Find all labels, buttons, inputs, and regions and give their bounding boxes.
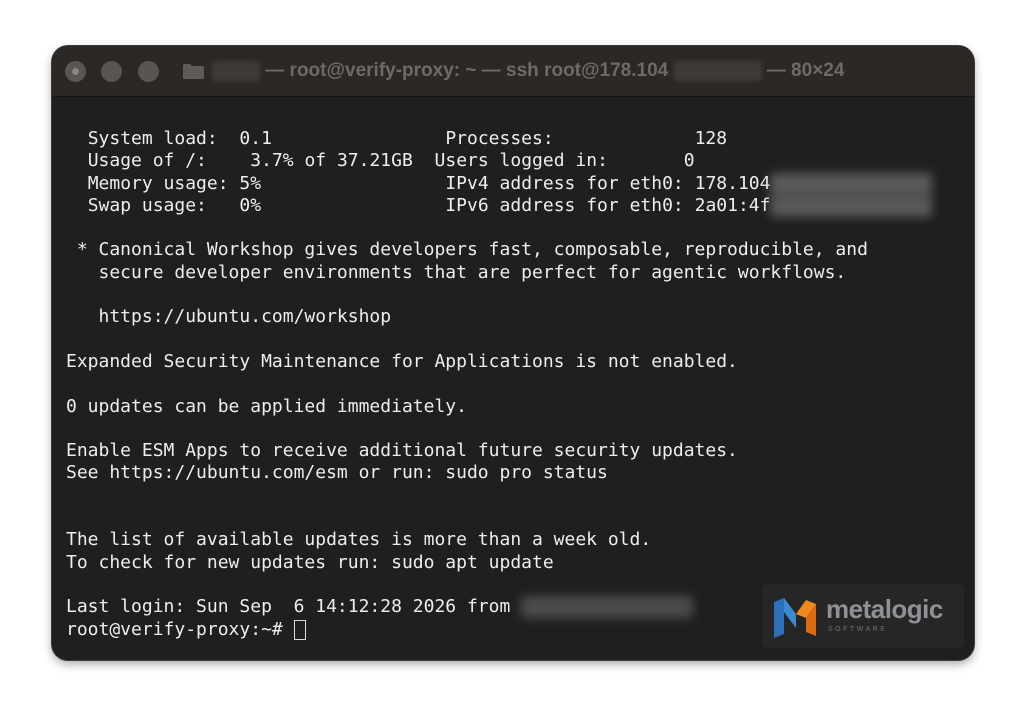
- sysinfo-value: 0%: [239, 194, 262, 216]
- sysinfo-value: 178.104: [694, 172, 771, 194]
- terminal-window: — root@verify-proxy: ~ — ssh root@178.10…: [52, 46, 974, 660]
- shell-prompt: root@verify-proxy:~#: [66, 618, 294, 640]
- metalogic-logo-icon: [774, 598, 816, 638]
- sysinfo-row: System load: 0.1 Processes: 128: [66, 128, 932, 150]
- redacted-title-part: [212, 60, 260, 81]
- zoom-button[interactable]: [138, 61, 159, 82]
- title-bar[interactable]: — root@verify-proxy: ~ — ssh root@178.10…: [52, 46, 974, 97]
- text-cursor: [293, 619, 306, 640]
- window-title: — root@verify-proxy: ~ — ssh root@178.10…: [212, 58, 844, 84]
- sysinfo-row: Swap usage: 0% IPv6 address for eth0: 2a…: [66, 194, 933, 217]
- esm-enable-line: Enable ESM Apps to receive additional fu…: [66, 440, 738, 462]
- sysinfo-value: 128: [694, 128, 728, 149]
- redacted-ipv6: [770, 194, 933, 217]
- stale-updates-line: The list of available updates is more th…: [66, 529, 652, 551]
- sysinfo-label: Swap usage:: [87, 194, 207, 216]
- window-title-size: — 80×24: [766, 60, 845, 81]
- esm-notice: Expanded Security Maintenance for Applic…: [66, 350, 738, 372]
- redacted-ipv4: [770, 172, 933, 195]
- sysinfo-value: 0: [683, 150, 695, 172]
- sysinfo-value: 2a01:4f: [694, 194, 771, 216]
- watermark-logo: metalogic SOFTWARE: [762, 584, 964, 648]
- esm-enable-line: See https://ubuntu.com/esm or run: sudo …: [66, 462, 608, 484]
- close-button[interactable]: [65, 61, 86, 82]
- sysinfo-label: IPv4 address for eth0:: [445, 172, 684, 194]
- sysinfo-value: 5%: [239, 172, 262, 194]
- terminal-output[interactable]: System load: 0.1 Processes: 128 Usage of…: [66, 128, 933, 641]
- workshop-notice-line: * Canonical Workshop gives developers fa…: [66, 239, 868, 261]
- redacted-login-ip: [521, 596, 694, 619]
- sysinfo-label: Processes:: [445, 128, 554, 149]
- watermark-subtitle: SOFTWARE: [828, 626, 888, 633]
- sysinfo-row: Memory usage: 5% IPv4 address for eth0: …: [66, 172, 933, 195]
- folder-icon: [183, 64, 204, 79]
- workshop-url: https://ubuntu.com/workshop: [66, 306, 392, 328]
- workshop-notice-line: secure developer environments that are p…: [66, 261, 847, 283]
- redacted-title-ip: [673, 60, 762, 81]
- stale-updates-line: To check for new updates run: sudo apt u…: [66, 551, 554, 573]
- sysinfo-label: Users logged in:: [434, 150, 608, 172]
- sysinfo-value: 3.7% of 37.21GB: [250, 150, 413, 172]
- sysinfo-label: System load:: [87, 128, 218, 149]
- sysinfo-label: IPv6 address for eth0:: [445, 194, 684, 216]
- last-login-text: Last login: Sun Sep 6 14:12:28 2026 from: [66, 596, 522, 618]
- window-title-main: — root@verify-proxy: ~ — ssh root@178.10…: [265, 60, 669, 81]
- sysinfo-label: Usage of /:: [87, 150, 207, 172]
- sysinfo-value: 0.1: [239, 128, 272, 149]
- minimize-button[interactable]: [101, 61, 122, 82]
- sysinfo-label: Memory usage:: [87, 172, 229, 194]
- watermark-name: metalogic: [826, 594, 943, 624]
- sysinfo-row: Usage of /: 3.7% of 37.21GB Users logged…: [66, 150, 932, 172]
- updates-status: 0 updates can be applied immediately.: [66, 395, 467, 417]
